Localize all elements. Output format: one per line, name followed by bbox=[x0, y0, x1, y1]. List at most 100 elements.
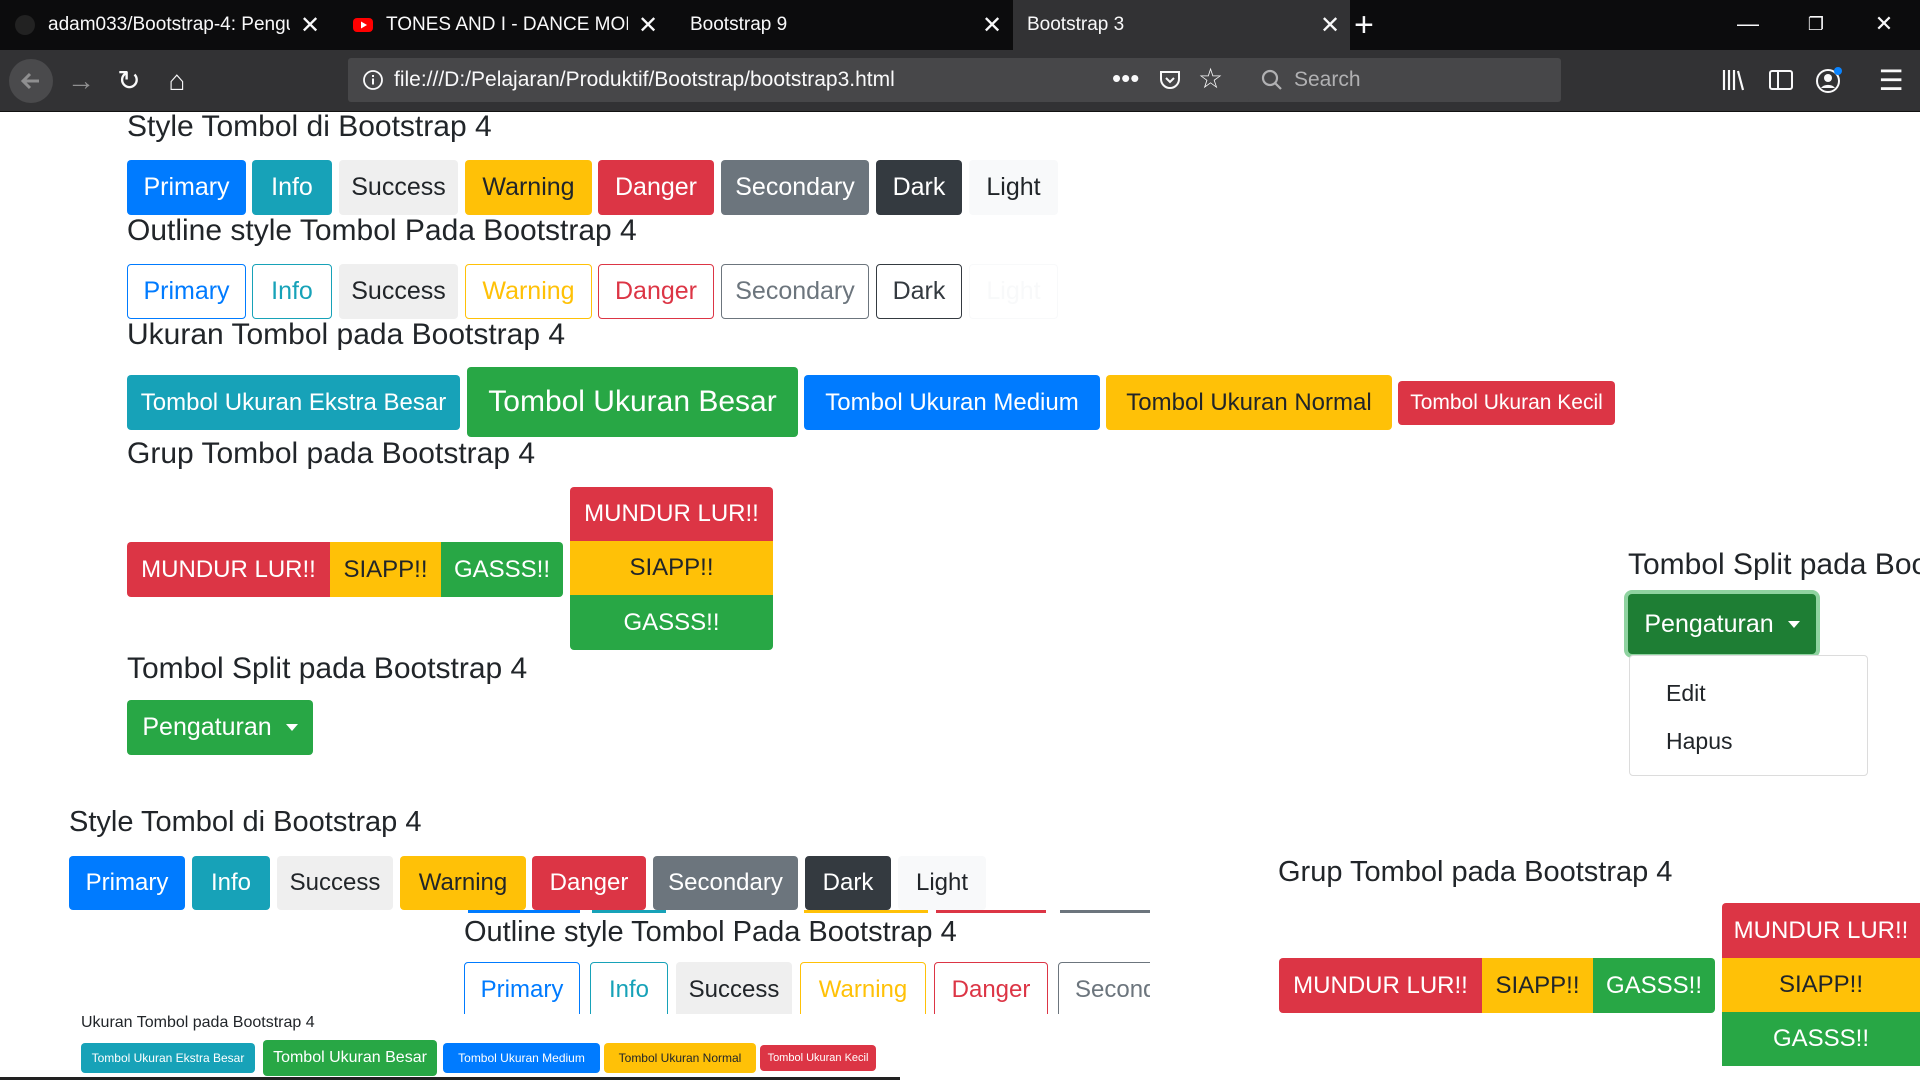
tab-title: adam033/Bootstrap-4: Pengum bbox=[48, 14, 290, 35]
outline-success-button[interactable]: Success bbox=[676, 962, 792, 1014]
extra-large-button[interactable]: Tombol Ukuran Ekstra Besar bbox=[127, 375, 460, 430]
outline-danger-button[interactable]: Danger bbox=[934, 962, 1048, 1014]
outline-primary-button[interactable]: Primary bbox=[127, 264, 246, 319]
info-icon[interactable] bbox=[362, 69, 384, 96]
section-heading: Outline style Tombol Pada Bootstrap 4 bbox=[464, 916, 957, 948]
forward-icon[interactable]: → bbox=[58, 50, 104, 111]
tab-bootstrap-3[interactable]: Bootstrap 3 ✕ bbox=[1013, 0, 1350, 50]
home-icon[interactable]: ⌂ bbox=[154, 50, 200, 111]
page-actions-icon[interactable]: ••• bbox=[1112, 58, 1139, 98]
tab-title: Bootstrap 3 bbox=[1027, 14, 1125, 35]
nav-toolbar: → ↻ ⌂ file:///D:/Pelajaran/Produktif/Boo… bbox=[0, 50, 1920, 112]
bookmark-star-icon[interactable]: ☆ bbox=[1198, 62, 1223, 95]
group-mundur-button[interactable]: MUNDUR LUR!! bbox=[1279, 958, 1482, 1013]
primary-button[interactable]: Primary bbox=[127, 160, 246, 215]
search-bar[interactable]: Search bbox=[1248, 58, 1561, 102]
light-button[interactable]: Light bbox=[969, 160, 1058, 215]
group-gasss-button[interactable]: GASSS!! bbox=[1593, 958, 1715, 1013]
url-text: file:///D:/Pelajaran/Produktif/Bootstrap… bbox=[394, 68, 895, 91]
menu-icon[interactable]: ☰ bbox=[1868, 50, 1914, 111]
tab-bar: adam033/Bootstrap-4: Pengum ✕ TONES AND … bbox=[0, 0, 1920, 50]
close-icon[interactable]: ✕ bbox=[290, 11, 330, 40]
info-button[interactable]: Info bbox=[192, 856, 270, 910]
small-button[interactable]: Tombol Ukuran Kecil bbox=[760, 1045, 876, 1071]
dropdown-item-edit[interactable]: Edit bbox=[1666, 680, 1706, 707]
vgroup-gasss-button[interactable]: GASSS!! bbox=[570, 595, 773, 650]
vgroup-mundur-button[interactable]: MUNDUR LUR!! bbox=[570, 487, 773, 541]
vgroup-siapp-button[interactable]: SIAPP!! bbox=[570, 541, 773, 595]
info-button[interactable]: Info bbox=[252, 160, 332, 215]
search-placeholder: Search bbox=[1294, 68, 1361, 91]
outline-light-button[interactable]: Light bbox=[969, 264, 1058, 319]
outline-success-button[interactable]: Success bbox=[339, 264, 458, 319]
tab-github[interactable]: adam033/Bootstrap-4: Pengum ✕ bbox=[0, 0, 330, 50]
group-siapp-button[interactable]: SIAPP!! bbox=[1482, 958, 1593, 1013]
address-bar[interactable]: file:///D:/Pelajaran/Produktif/Bootstrap… bbox=[348, 58, 1256, 102]
restore-icon[interactable]: ❐ bbox=[1782, 0, 1850, 50]
medium-button[interactable]: Tombol Ukuran Medium bbox=[804, 375, 1100, 430]
outline-warning-button[interactable]: Warning bbox=[800, 962, 926, 1014]
library-icon[interactable] bbox=[1710, 50, 1756, 111]
new-tab-icon[interactable]: + bbox=[1354, 6, 1374, 44]
secondary-button[interactable]: Secondary bbox=[721, 160, 869, 215]
window-close-icon[interactable]: ✕ bbox=[1850, 0, 1918, 50]
close-icon[interactable]: ✕ bbox=[972, 11, 1012, 40]
dark-button[interactable]: Dark bbox=[805, 856, 891, 910]
outline-primary-button[interactable]: Primary bbox=[464, 962, 580, 1014]
section-heading: Grup Tombol pada Bootstrap 4 bbox=[127, 437, 536, 470]
split-dropdown-button[interactable]: Pengaturan bbox=[127, 700, 313, 755]
close-icon[interactable]: ✕ bbox=[628, 11, 668, 40]
danger-button[interactable]: Danger bbox=[532, 856, 646, 910]
youtube-icon bbox=[352, 14, 374, 36]
warning-button[interactable]: Warning bbox=[465, 160, 592, 215]
outline-info-button[interactable]: Info bbox=[252, 264, 332, 319]
back-icon[interactable] bbox=[8, 50, 54, 111]
large-button[interactable]: Tombol Ukuran Besar bbox=[467, 367, 798, 437]
split-dropdown-button-open[interactable]: Pengaturan bbox=[1628, 594, 1816, 654]
tab-youtube[interactable]: TONES AND I - DANCE MONKE ✕ bbox=[338, 0, 668, 50]
close-icon[interactable]: ✕ bbox=[1310, 11, 1350, 40]
success-button[interactable]: Success bbox=[339, 160, 458, 215]
secondary-button[interactable]: Secondary bbox=[653, 856, 798, 910]
warning-button[interactable]: Warning bbox=[400, 856, 526, 910]
outline-secondary-button[interactable]: Secondary bbox=[721, 264, 869, 319]
tab-bootstrap-9[interactable]: Bootstrap 9 ✕ bbox=[676, 0, 1012, 50]
reload-icon[interactable]: ↻ bbox=[106, 50, 152, 111]
outline-dark-button[interactable]: Dark bbox=[876, 264, 962, 319]
vgroup-siapp-button[interactable]: SIAPP!! bbox=[1722, 958, 1920, 1012]
group-mundur-button[interactable]: MUNDUR LUR!! bbox=[127, 542, 330, 597]
vgroup-mundur-button[interactable]: MUNDUR LUR!! bbox=[1722, 903, 1920, 958]
clipped-button-edges bbox=[464, 910, 1150, 914]
medium-button[interactable]: Tombol Ukuran Medium bbox=[443, 1043, 600, 1073]
outline-warning-button[interactable]: Warning bbox=[465, 264, 592, 319]
tab-title: Bootstrap 9 bbox=[690, 14, 788, 35]
small-button[interactable]: Tombol Ukuran Kecil bbox=[1398, 381, 1615, 425]
normal-button[interactable]: Tombol Ukuran Normal bbox=[604, 1043, 756, 1073]
section-heading: Style Tombol di Bootstrap 4 bbox=[127, 110, 492, 143]
section-heading: Tombol Split pada Boo bbox=[1628, 548, 1920, 581]
outline-info-button[interactable]: Info bbox=[590, 962, 668, 1014]
dark-button[interactable]: Dark bbox=[876, 160, 962, 215]
normal-button[interactable]: Tombol Ukuran Normal bbox=[1106, 375, 1392, 430]
vgroup-gasss-button[interactable]: GASSS!! bbox=[1722, 1012, 1920, 1066]
danger-button[interactable]: Danger bbox=[598, 160, 714, 215]
success-button[interactable]: Success bbox=[277, 856, 393, 910]
group-siapp-button[interactable]: SIAPP!! bbox=[330, 542, 441, 597]
section-heading: Ukuran Tombol pada Bootstrap 4 bbox=[81, 1014, 315, 1031]
extra-large-button[interactable]: Tombol Ukuran Ekstra Besar bbox=[81, 1043, 255, 1073]
pocket-icon[interactable] bbox=[1158, 68, 1182, 97]
sidebar-icon[interactable] bbox=[1758, 50, 1804, 111]
section-heading: Outline style Tombol Pada Bootstrap 4 bbox=[127, 214, 637, 247]
primary-button[interactable]: Primary bbox=[69, 856, 185, 910]
group-gasss-button[interactable]: GASSS!! bbox=[441, 542, 563, 597]
light-button[interactable]: Light bbox=[898, 856, 986, 910]
caret-down-icon bbox=[285, 724, 298, 731]
split-button-label: Pengaturan bbox=[1644, 609, 1774, 638]
search-icon bbox=[1260, 68, 1284, 97]
account-icon[interactable] bbox=[1806, 50, 1852, 111]
large-button[interactable]: Tombol Ukuran Besar bbox=[263, 1040, 437, 1076]
outline-danger-button[interactable]: Danger bbox=[598, 264, 714, 319]
dropdown-item-hapus[interactable]: Hapus bbox=[1666, 728, 1732, 755]
minimize-icon[interactable]: — bbox=[1714, 0, 1782, 50]
outline-secondary-button[interactable]: Second bbox=[1058, 962, 1150, 1014]
